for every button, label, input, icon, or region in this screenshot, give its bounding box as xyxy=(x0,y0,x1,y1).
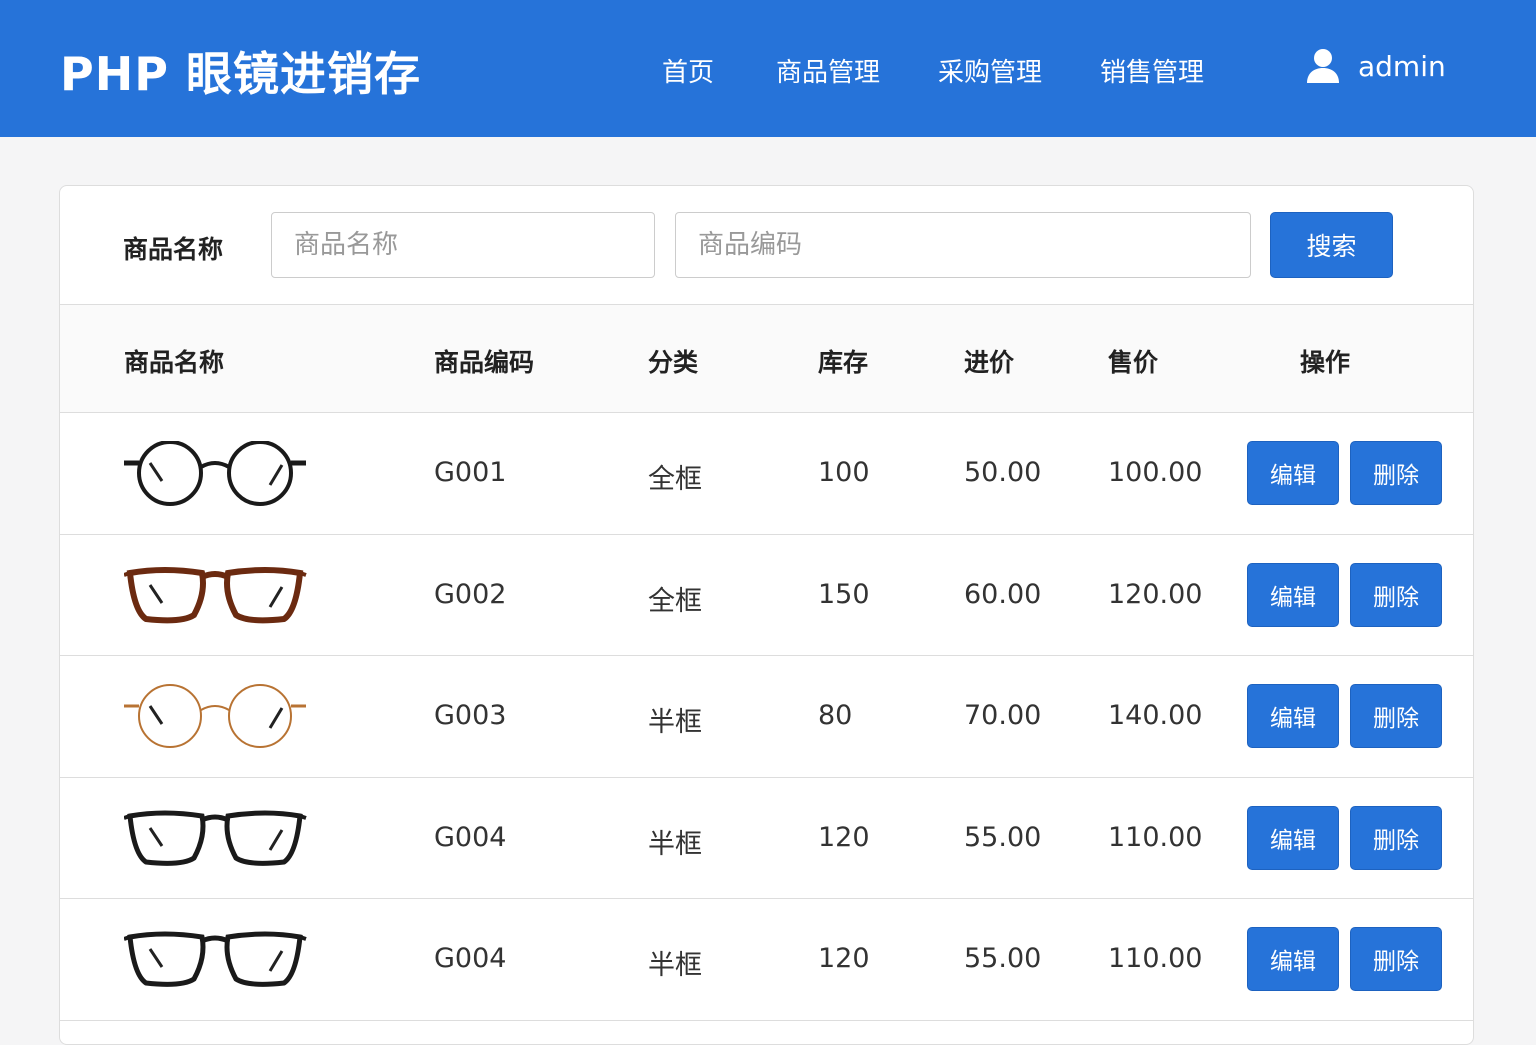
app-title: PHP 眼镜进销存 xyxy=(60,47,421,101)
edit-button[interactable]: 编辑 xyxy=(1247,805,1339,870)
edit-button[interactable]: 编辑 xyxy=(1247,562,1339,627)
user-icon xyxy=(1307,49,1339,83)
top-navbar: PHP 眼镜进销存 首页 商品管理 采购管理 销售管理 admin xyxy=(0,0,1536,137)
nav-products[interactable]: 商品管理 xyxy=(776,52,880,89)
cell-cost: 55.00 xyxy=(964,943,1042,974)
cell-cost: 50.00 xyxy=(964,457,1042,488)
cell-price: 110.00 xyxy=(1108,821,1203,853)
product-code-input[interactable] xyxy=(675,212,1251,278)
cell-cost: 70.00 xyxy=(964,700,1042,731)
delete-button[interactable]: 删除 xyxy=(1350,684,1442,748)
table-header: 商品名称 商品编码 分类 库存 进价 售价 操作 xyxy=(60,305,1473,413)
cell-price: 100.00 xyxy=(1108,457,1203,488)
nav-home[interactable]: 首页 xyxy=(662,52,714,89)
cell-price: 120.00 xyxy=(1108,578,1203,610)
cell-price: 140.00 xyxy=(1108,700,1203,731)
col-category: 分类 xyxy=(648,348,699,377)
cell-stock: 80 xyxy=(818,700,853,731)
cell-stock: 100 xyxy=(818,457,870,488)
col-price: 售价 xyxy=(1108,348,1159,377)
delete-button[interactable]: 删除 xyxy=(1350,562,1442,627)
cell-price: 110.00 xyxy=(1108,943,1203,974)
cell-code: G001 xyxy=(434,457,507,488)
cell-code: G002 xyxy=(434,578,507,610)
cell-category: 半框 xyxy=(648,707,702,738)
col-name: 商品名称 xyxy=(124,348,225,377)
cell-code: G004 xyxy=(434,821,507,853)
table-row: G002 全框 150 60.00 120.00 编辑 删除 xyxy=(60,535,1473,656)
glasses-image xyxy=(124,810,307,866)
cell-category: 全框 xyxy=(648,464,702,495)
product-panel: 商品名称 搜索 商品名称 商品编码 分类 库存 进价 售价 操作 G001 全框… xyxy=(59,185,1474,1045)
table-row: G004 半框 120 55.00 110.00 编辑 删除 xyxy=(60,778,1473,899)
nav-purchases[interactable]: 采购管理 xyxy=(938,52,1042,89)
nav-sales[interactable]: 销售管理 xyxy=(1100,52,1204,89)
cell-category: 全框 xyxy=(648,585,702,617)
user-menu[interactable]: admin xyxy=(1306,48,1446,84)
col-stock: 库存 xyxy=(818,348,869,377)
glasses-image xyxy=(124,441,306,506)
glasses-image xyxy=(124,684,306,748)
table-row: G004 半框 120 55.00 110.00 编辑 删除 xyxy=(60,899,1473,1021)
cell-code: G003 xyxy=(434,700,507,731)
table-row: G001 全框 100 50.00 100.00 编辑 删除 xyxy=(60,413,1473,535)
delete-button[interactable]: 删除 xyxy=(1350,805,1442,870)
cell-category: 半框 xyxy=(648,828,702,860)
search-label: 商品名称 xyxy=(123,235,224,264)
delete-button[interactable]: 删除 xyxy=(1350,927,1442,991)
search-bar: 商品名称 搜索 xyxy=(60,186,1473,305)
search-button[interactable]: 搜索 xyxy=(1270,212,1393,278)
edit-button[interactable]: 编辑 xyxy=(1247,441,1339,505)
edit-button[interactable]: 编辑 xyxy=(1247,684,1339,748)
glasses-image xyxy=(124,931,307,987)
cell-code: G004 xyxy=(434,943,507,974)
col-code: 商品编码 xyxy=(434,348,535,377)
delete-button[interactable]: 删除 xyxy=(1350,441,1442,505)
cell-stock: 120 xyxy=(818,943,870,974)
col-cost: 进价 xyxy=(964,348,1015,377)
edit-button[interactable]: 编辑 xyxy=(1247,927,1339,991)
cell-category: 半框 xyxy=(648,950,702,981)
cell-stock: 120 xyxy=(818,821,870,853)
cell-stock: 150 xyxy=(818,578,870,610)
col-actions: 操作 xyxy=(1300,348,1351,377)
product-name-input[interactable] xyxy=(271,212,655,278)
glasses-image xyxy=(124,566,307,623)
table-row: G003 半框 80 70.00 140.00 编辑 删除 xyxy=(60,656,1473,778)
cell-cost: 55.00 xyxy=(964,821,1042,853)
username: admin xyxy=(1358,49,1446,83)
cell-cost: 60.00 xyxy=(964,578,1042,610)
